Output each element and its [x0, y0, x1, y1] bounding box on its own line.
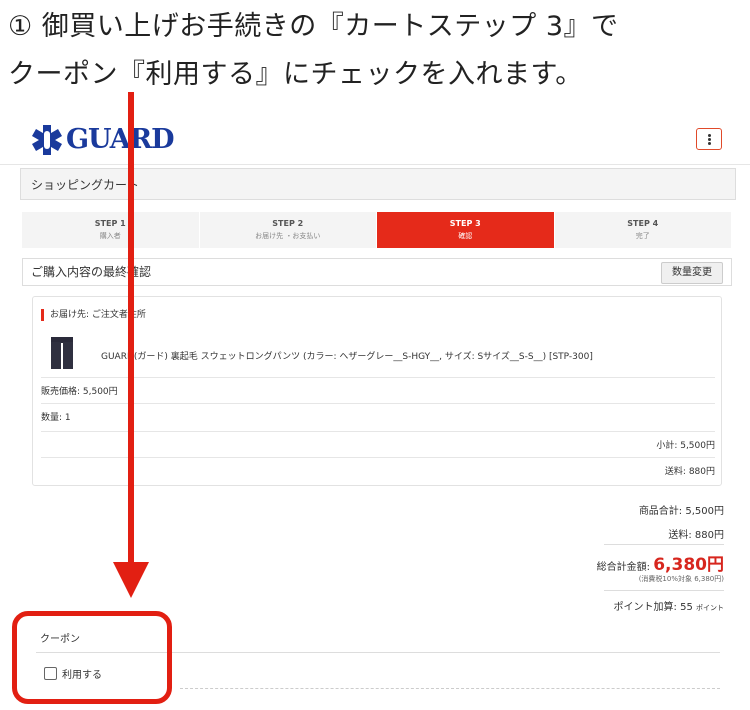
menu-button[interactable]	[696, 128, 722, 150]
instruction-line-1: ① 御買い上げお手続きの『カートステップ 3』で	[8, 11, 619, 42]
price-row: 販売価格: 5,500円	[41, 377, 715, 397]
more-vertical-icon	[707, 137, 711, 141]
product-thumbnail[interactable]	[51, 337, 73, 369]
step-2: STEP 2 お届け先 ・お支払い	[199, 212, 377, 248]
subtotal-row: 小計: 5,500円	[41, 431, 715, 451]
step-desc: 確認	[458, 232, 473, 240]
grand-total-label: 総合計金額:	[596, 562, 651, 573]
order-item-panel: お届け先: ご注文者住所 GUARD(ガード) 裏起毛 スウェットロングパンツ …	[32, 296, 722, 486]
site-header: GUARD	[0, 120, 750, 165]
instruction-line-2: クーポン『利用する』にチェックを入れます。	[8, 59, 583, 90]
guard-logo[interactable]: GUARD	[32, 124, 175, 155]
step-desc: 完了	[635, 232, 650, 240]
change-quantity-button[interactable]: 数量変更	[661, 262, 723, 284]
summary-divider	[604, 544, 724, 545]
price-text: 販売価格: 5,500円	[41, 387, 118, 397]
points-unit: ポイント	[696, 604, 724, 612]
annotation-highlight-box	[12, 611, 172, 704]
step-title: STEP 1	[94, 219, 126, 228]
goods-total: 商品合計: 5,500円	[638, 506, 724, 517]
step-4: STEP 4 完了	[554, 212, 732, 248]
points-label: ポイント加算: 55	[613, 602, 693, 613]
star-of-life-icon	[32, 124, 62, 155]
step-title: STEP 4	[627, 219, 659, 228]
grand-total-value: 6,380円	[653, 555, 724, 575]
quantity-row: 数量: 1	[41, 403, 715, 423]
step-desc: 購入者	[99, 232, 121, 240]
quantity-text: 数量: 1	[41, 413, 71, 423]
grand-total: 総合計金額: 6,380円	[597, 550, 724, 575]
product-name[interactable]: GUARD(ガード) 裏起毛 スウェットロングパンツ (カラー: ヘザーグレー_…	[101, 349, 593, 362]
item-shipping-text: 送料: 880円	[664, 467, 715, 477]
item-shipping-row: 送料: 880円	[41, 457, 715, 477]
points-added: ポイント加算: 55 ポイント	[614, 598, 724, 613]
step-desc: お届け先 ・お支払い	[255, 232, 321, 240]
logo-text: GUARD	[66, 124, 175, 155]
annotation-arrow-head	[113, 562, 149, 598]
tax-note: (消費税10%対象 6,380円)	[638, 575, 724, 583]
step-1: STEP 1 購入者	[22, 212, 200, 248]
step-3: STEP 3 確認	[377, 212, 555, 248]
subtotal-text: 小計: 5,500円	[656, 441, 715, 451]
step-title: STEP 3	[449, 219, 481, 228]
step-title: STEP 2	[272, 219, 304, 228]
annotation-arrow	[128, 92, 134, 564]
summary-divider	[604, 590, 724, 591]
dashed-divider	[180, 688, 720, 689]
shipping-total: 送料: 880円	[668, 530, 724, 541]
